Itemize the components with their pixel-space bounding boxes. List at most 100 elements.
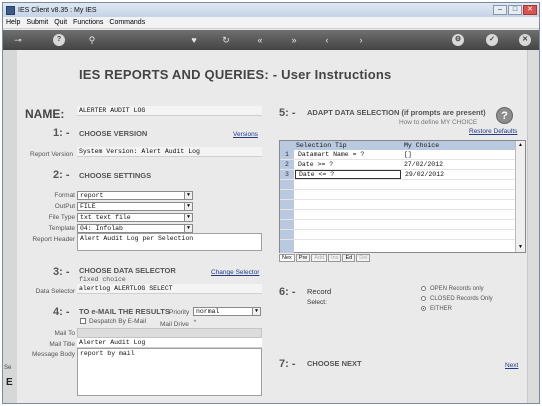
fixed-choice-text: fixed choice [79,276,126,283]
menu-help[interactable]: Help [3,19,23,26]
data-selector-value: alertlog ALERTLOG SELECT [77,284,262,294]
step-3-title: CHOOSE DATA SELECTOR [79,266,176,275]
minimize-button[interactable]: – [493,5,507,15]
forward-icon[interactable]: › [355,34,367,46]
step-6-number: 6: - [279,286,296,298]
report-version-label: Report Version [30,151,73,158]
close-window-button[interactable]: ✕ [523,5,537,15]
app-logo-icon [6,5,15,15]
table-row[interactable] [280,230,516,240]
grid-add-button[interactable]: Add [311,254,328,262]
record-select-label: Select: [307,299,327,306]
grid-next-button[interactable]: Nex [279,254,295,262]
help-button[interactable]: ? [496,107,513,124]
grid-edit-button[interactable]: Ed [342,254,356,262]
define-choice-help-text[interactable]: How to define MY CHOICE [399,119,477,126]
mail-drive-label: Mail Drive [160,321,189,328]
chevron-up-icon[interactable]: ▲ [517,142,524,149]
row-number: 1 [285,151,289,158]
priority-value: normal [196,308,220,315]
mail-to-input[interactable] [77,328,262,338]
restore-defaults-link[interactable]: Restore Defaults [469,128,517,135]
close-icon[interactable]: ✕ [519,34,531,46]
output-select[interactable]: FILE ▼ [77,202,193,211]
back-icon[interactable]: ‹ [321,34,333,46]
window-scrollbar[interactable] [527,50,539,403]
menu-commands[interactable]: Commands [106,19,148,26]
refresh-icon[interactable]: ↻ [220,34,232,46]
app-window: IES Client v8.35 : My IES – □ ✕ Help Sub… [2,2,540,404]
mail-title-input[interactable]: Alerter Audit Log [77,338,262,348]
selection-tip-cell: Datamart Name = ? [298,151,365,158]
table-row[interactable] [280,190,516,200]
row-number: 3 [285,171,289,178]
template-select[interactable]: 04: Infolab ▼ [77,224,193,233]
gear-icon[interactable]: ⚙ [452,34,464,46]
radio-either-label: EITHER [430,306,453,312]
chevron-down-icon: ▼ [184,192,192,199]
chevron-down-icon[interactable]: ▼ [517,244,524,251]
help-icon[interactable]: ? [53,34,65,46]
grid-previous-button[interactable]: Pre [295,254,311,262]
table-row[interactable] [280,220,516,230]
mail-to-label: Mail To [54,330,75,337]
grid-insert-button[interactable]: Ins [328,254,342,262]
menu-quit[interactable]: Quit [51,19,70,26]
search-icon[interactable]: ⚲ [86,34,98,46]
chevron-down-icon: ▼ [184,214,192,221]
change-selector-link[interactable]: Change Selector [211,269,259,276]
my-choice-cell[interactable]: [] [404,151,514,158]
radio-either[interactable] [421,306,426,311]
record-title: Record [307,287,332,296]
table-row[interactable]: 2 Date >= ? 27/02/2012 [280,160,516,170]
step-7-number: 7: - [279,358,296,370]
report-version-value: System Version: Alert Audit Log [77,147,262,157]
grid-actions: Nex Pre Add Ins Ed Del [279,254,371,262]
report-name-value: ALERTER AUDIT LOG [77,106,262,116]
table-row[interactable] [280,210,516,220]
table-row[interactable]: 3 Date <= ? 29/02/2012 [280,170,516,180]
window-title: IES Client v8.35 : My IES [18,6,97,14]
table-row[interactable] [280,200,516,210]
output-value: FILE [80,203,96,210]
row-number: 2 [285,161,289,168]
table-row[interactable]: 1 Datamart Name = ? [] [280,150,516,160]
my-choice-cell[interactable]: 29/02/2012 [401,171,511,178]
my-choice-cell[interactable]: 27/02/2012 [404,161,514,168]
step-5-title: ADAPT DATA SELECTION (if prompts are pre… [307,108,486,117]
mail-title-label: Mail Title [49,341,75,348]
menu-functions[interactable]: Functions [70,19,106,26]
radio-closed-records[interactable] [421,296,426,301]
template-label: Template [48,225,75,232]
side-caption: Se [4,365,12,371]
report-header-input[interactable]: Alert Audit Log per Selection [77,233,262,251]
grid-scrollbar[interactable]: ▲ ▼ [515,141,525,252]
filetype-select[interactable]: txt text file ▼ [77,213,193,222]
maximize-button[interactable]: □ [508,5,522,15]
priority-select[interactable]: normal ▼ [193,307,261,316]
step-2-title: CHOOSE SETTINGS [79,171,152,180]
radio-open-records[interactable] [421,286,426,291]
grid-delete-button[interactable]: Del [356,254,371,262]
menu-bar: Help Submit Quit Functions Commands [3,17,539,29]
heart-icon[interactable]: ♥ [188,34,200,46]
check-icon[interactable]: ✓ [486,34,498,46]
fast-forward-icon[interactable]: » [288,34,300,46]
rewind-icon[interactable]: « [254,34,266,46]
chevron-down-icon: ▼ [252,308,260,315]
menu-submit[interactable]: Submit [23,19,51,26]
column-header-selection-tip: Selection Tip [296,142,347,149]
despatch-email-checkbox[interactable] [80,318,86,324]
format-value: report [80,192,104,199]
next-link[interactable]: Next [505,362,518,369]
versions-link[interactable]: Versions [233,131,258,138]
message-body-input[interactable]: report by mail [77,348,262,396]
format-select[interactable]: report ▼ [77,191,193,200]
table-row[interactable] [280,180,516,190]
report-header-label: Report Header [32,236,75,243]
toolbar: ⊸ ? ⚲ ♥ ↻ « » ‹ › ⚙ ✓ ✕ [3,30,539,50]
selection-tip-cell: Date >= ? [298,161,334,168]
key-icon[interactable]: ⊸ [9,34,27,46]
step-3-number: 3: - [53,266,70,278]
side-caption-letter: E [6,377,13,388]
